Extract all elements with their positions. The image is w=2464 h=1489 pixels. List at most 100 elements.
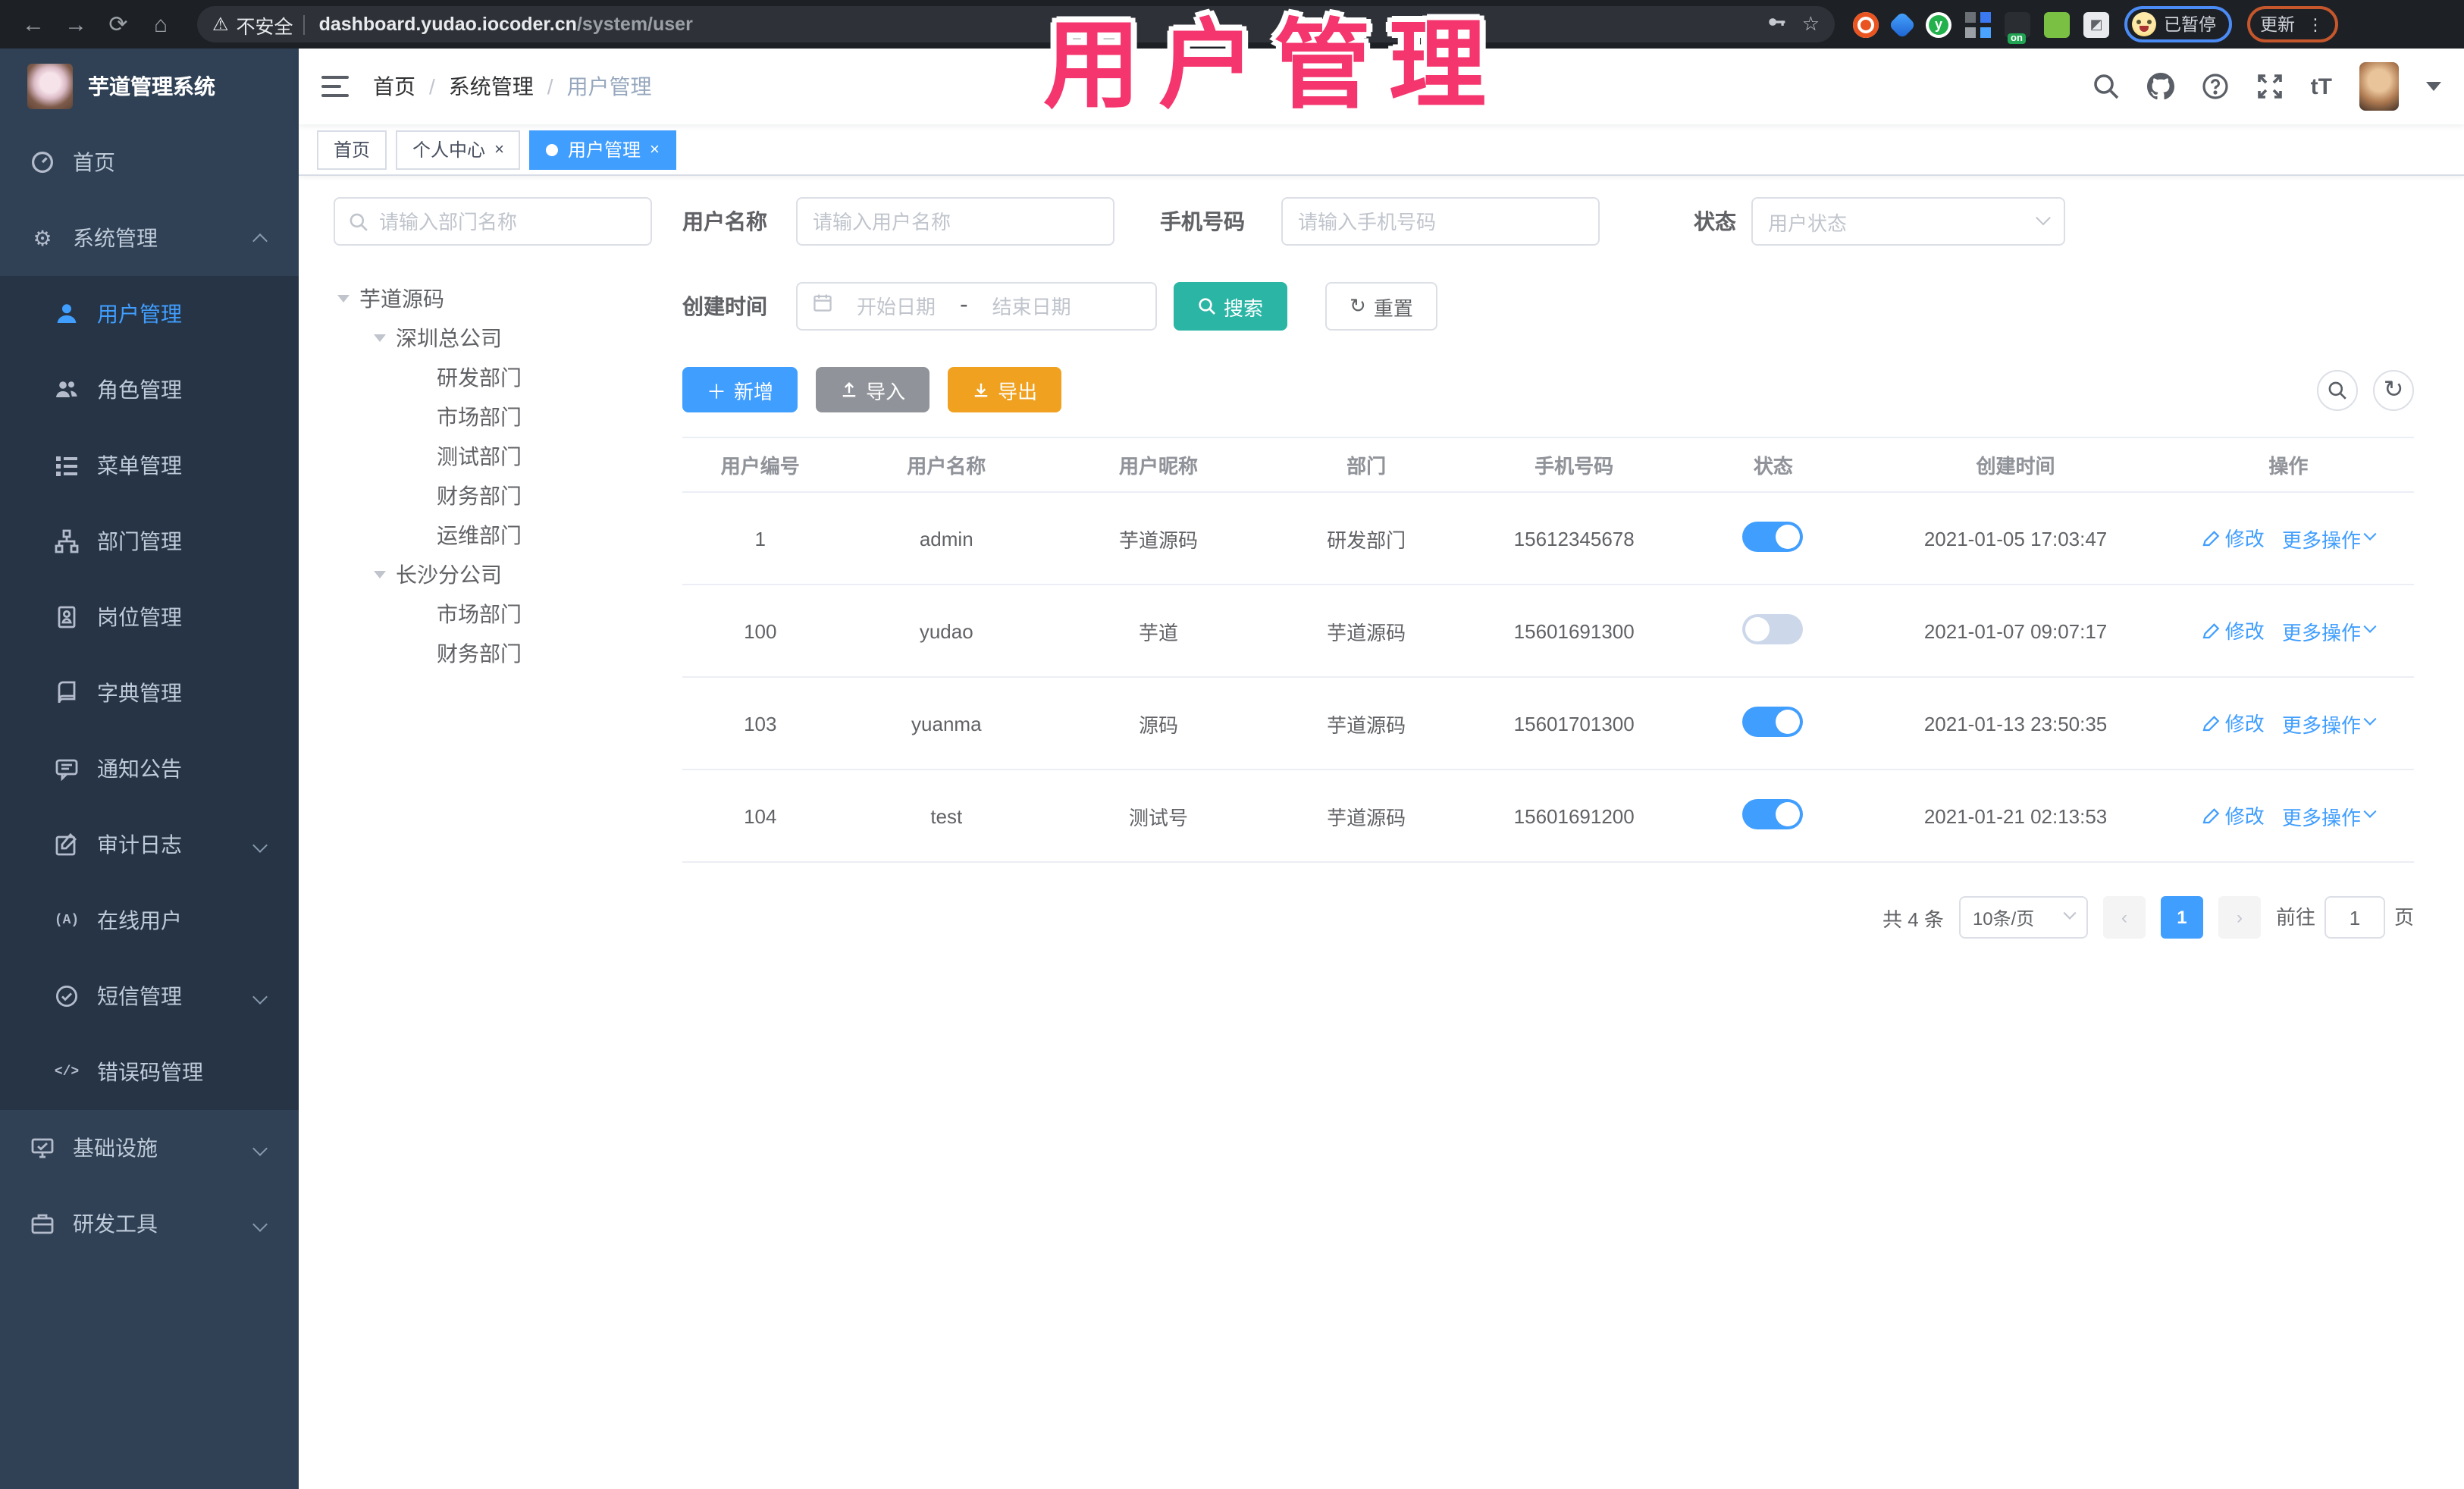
status-toggle[interactable] <box>1742 613 1804 644</box>
prev-page-button[interactable]: ‹ <box>2102 896 2146 939</box>
caret-icon[interactable] <box>337 295 350 303</box>
mobile-field[interactable] <box>1281 197 1600 246</box>
sidebar-item-post-mgmt[interactable]: 岗位管理 <box>0 579 299 655</box>
search-icon[interactable] <box>2093 73 2120 100</box>
home-icon[interactable]: ⌂ <box>144 8 177 41</box>
add-button[interactable]: ＋ 新增 <box>682 367 798 412</box>
sidebar-item-system[interactable]: ⚙ 系统管理 <box>0 200 299 276</box>
username-input[interactable] <box>813 210 1098 233</box>
edit-link[interactable]: 修改 <box>2202 709 2265 738</box>
more-actions-link[interactable]: 更多操作 <box>2282 525 2377 553</box>
sidebar-item-user-mgmt[interactable]: 用户管理 <box>0 276 299 352</box>
status-toggle[interactable] <box>1742 706 1804 736</box>
dept-search-box[interactable] <box>334 197 652 246</box>
more-actions-link[interactable]: 更多操作 <box>2282 710 2377 738</box>
update-button[interactable]: 更新 ⋮ <box>2246 6 2337 42</box>
end-date-input[interactable] <box>977 295 1086 318</box>
back-arrow-icon[interactable]: ← <box>17 8 50 41</box>
forward-arrow-icon[interactable]: → <box>59 8 92 41</box>
reset-button[interactable]: ↻ 重置 <box>1325 282 1437 331</box>
extension-on-badge-icon[interactable] <box>2005 11 2030 43</box>
caret-icon[interactable] <box>374 571 386 578</box>
sidebar-item-online-users[interactable]: (A) 在线用户 <box>0 882 299 958</box>
star-icon[interactable]: ☆ <box>1802 12 1820 36</box>
sidebar-item-home[interactable]: 首页 <box>0 124 299 200</box>
extension-gem-icon[interactable] <box>1888 10 1917 39</box>
sidebar-item-dev-tools[interactable]: 研发工具 <box>0 1186 299 1262</box>
export-button[interactable]: 导出 <box>948 367 1062 412</box>
security-label[interactable]: 不安全 <box>237 10 293 39</box>
sidebar-logo[interactable]: 芋道管理系统 <box>0 49 299 124</box>
more-actions-link[interactable]: 更多操作 <box>2282 617 2377 646</box>
reload-icon[interactable]: ⟳ <box>102 8 135 41</box>
tree-node[interactable]: 研发部门 <box>334 358 667 397</box>
sidebar-item-infrastructure[interactable]: 基础设施 <box>0 1110 299 1186</box>
sidebar-collapse-icon[interactable] <box>321 76 349 97</box>
page-size-select[interactable]: 10条/页 <box>1958 896 2088 939</box>
breadcrumb-system[interactable]: 系统管理 <box>449 71 534 102</box>
mobile-label: 手机号码 <box>1160 209 1245 234</box>
tree-node[interactable]: 运维部门 <box>334 516 667 555</box>
caret-icon[interactable] <box>374 334 386 342</box>
sidebar-item-audit-log[interactable]: 审计日志 <box>0 807 299 882</box>
tree-node[interactable]: 财务部门 <box>334 476 667 516</box>
more-actions-link[interactable]: 更多操作 <box>2282 802 2377 831</box>
extension-green-key-icon[interactable] <box>2044 11 2070 37</box>
page-1-button[interactable]: 1 <box>2160 896 2203 939</box>
edit-link[interactable]: 修改 <box>2202 616 2265 645</box>
address-bar[interactable]: ⚠ 不安全 dashboard.yudao.iocoder.cn/system/… <box>197 6 1835 42</box>
sidebar-item-role-mgmt[interactable]: 角色管理 <box>0 352 299 428</box>
sidebar-item-notice[interactable]: 通知公告 <box>0 731 299 807</box>
search-button[interactable]: 搜索 <box>1174 282 1288 331</box>
fullscreen-icon[interactable] <box>2256 73 2284 100</box>
user-avatar[interactable] <box>2359 62 2399 111</box>
tree-node[interactable]: 芋道源码 <box>334 279 667 318</box>
extension-ubuntu-icon[interactable] <box>1853 11 1879 37</box>
sidebar-item-dept-mgmt[interactable]: 部门管理 <box>0 503 299 579</box>
tree-node[interactable]: 市场部门 <box>334 594 667 634</box>
users-table: 用户编号 用户名称 用户昵称 部门 手机号码 状态 创建时间 操作 1 admi… <box>682 437 2414 863</box>
tree-node[interactable]: 深圳总公司 <box>334 318 667 358</box>
search-toggle-icon[interactable] <box>2317 369 2358 410</box>
tree-node[interactable]: 长沙分公司 <box>334 555 667 594</box>
tree-node[interactable]: 测试部门 <box>334 437 667 476</box>
next-page-button[interactable]: › <box>2218 896 2261 939</box>
close-icon[interactable]: × <box>650 140 660 158</box>
cell-user-id: 104 <box>682 770 839 863</box>
sidebar-item-dict-mgmt[interactable]: 字典管理 <box>0 655 299 731</box>
date-range-picker[interactable]: - <box>796 282 1157 331</box>
tab-profile[interactable]: 个人中心 × <box>396 130 521 169</box>
browser-profile-badge[interactable]: 已暂停 <box>2124 6 2231 42</box>
update-label: 更新 <box>2260 17 2295 35</box>
mobile-input[interactable] <box>1298 210 1583 233</box>
sidebar-item-sms-mgmt[interactable]: 短信管理 <box>0 958 299 1034</box>
github-icon[interactable] <box>2146 73 2174 100</box>
help-icon[interactable] <box>2202 73 2229 100</box>
sidebar-item-error-code[interactable]: </> 错误码管理 <box>0 1034 299 1110</box>
username-field[interactable] <box>796 197 1114 246</box>
dept-search-input[interactable] <box>379 210 607 233</box>
breadcrumb-home[interactable]: 首页 <box>373 71 415 102</box>
tree-node[interactable]: 财务部门 <box>334 634 667 673</box>
puzzle-icon[interactable]: ◩ <box>2083 11 2109 37</box>
status-toggle[interactable] <box>1742 798 1804 829</box>
tree-node[interactable]: 市场部门 <box>334 397 667 437</box>
font-size-icon[interactable]: tT <box>2311 74 2332 99</box>
start-date-input[interactable] <box>842 295 951 318</box>
import-button[interactable]: 导入 <box>816 367 930 412</box>
edit-link[interactable]: 修改 <box>2202 801 2265 830</box>
close-icon[interactable]: × <box>494 140 504 158</box>
kebab-menu-icon[interactable]: ⋮ <box>2307 14 2324 34</box>
status-toggle[interactable] <box>1742 521 1804 551</box>
tab-user-mgmt[interactable]: 用户管理 × <box>529 130 676 169</box>
caret-down-icon[interactable] <box>2426 82 2441 91</box>
edit-link[interactable]: 修改 <box>2202 524 2265 553</box>
extension-green-y-icon[interactable]: y <box>1926 11 1951 37</box>
key-icon[interactable] <box>1767 12 1787 36</box>
goto-page-input[interactable] <box>2324 896 2385 939</box>
tab-home[interactable]: 首页 <box>317 130 387 169</box>
sidebar-item-menu-mgmt[interactable]: 菜单管理 <box>0 428 299 503</box>
status-select[interactable]: 用户状态 <box>1751 197 2065 246</box>
refresh-icon[interactable]: ↻ <box>2373 369 2414 410</box>
extension-grid-icon[interactable] <box>1965 11 1991 37</box>
